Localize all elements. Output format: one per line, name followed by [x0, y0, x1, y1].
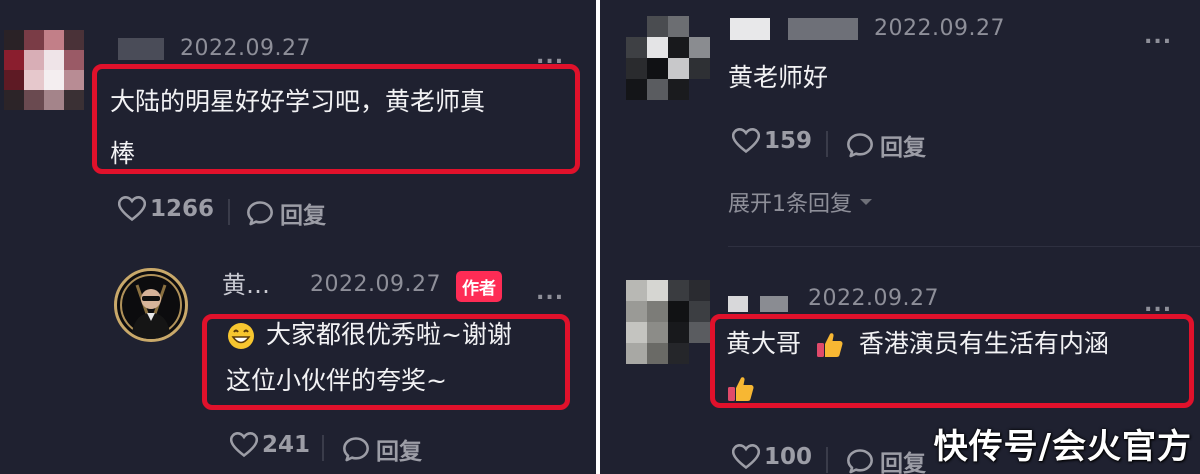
reply-label: 回复 [280, 203, 326, 229]
like-button[interactable]: 159 [732, 128, 812, 154]
comment-text-line: 大陆的明星好好学习吧，黄老师真 [110, 87, 486, 116]
reply-label: 回复 [880, 135, 926, 161]
comment-bubble-icon [847, 449, 873, 474]
reply-date: 2022.09.27 [310, 272, 441, 297]
username-blurred [728, 296, 748, 312]
like-count: 159 [764, 128, 813, 154]
more-options-button[interactable]: ... [536, 280, 564, 305]
username-blurred [788, 18, 858, 40]
comment-bubble-icon [343, 437, 369, 462]
reply-text-line-content: 大家都很优秀啦~谢谢 [266, 320, 512, 349]
like-count: 100 [764, 444, 813, 470]
comment-text-line: 棒 [110, 139, 136, 168]
watermark: 快传号/会火官方 [933, 427, 1192, 467]
commenter-avatar-blurred[interactable] [4, 30, 84, 110]
reply-label: 回复 [880, 451, 926, 474]
comment-text-line: 黄大哥 香港演员有生活有内涵 [726, 322, 1186, 366]
comment-text: 大陆的明星好好学习吧，黄老师真 棒 [110, 76, 570, 180]
heart-icon [732, 444, 760, 470]
reply-text-line: 这位小伙伴的夸奖~ [226, 366, 447, 395]
reply-label: 回复 [376, 439, 422, 465]
username-blurred [118, 38, 164, 60]
author-portrait-icon [120, 274, 182, 339]
like-button[interactable]: 241 [230, 432, 310, 458]
divider-line [728, 246, 1200, 247]
comment-text: 黄大哥 香港演员有生活有内涵 [726, 322, 1186, 410]
reply-button[interactable]: 回复 [246, 196, 326, 230]
divider [826, 131, 828, 157]
more-options-button[interactable]: ... [1144, 24, 1172, 49]
comment-text: 黄老师好 [728, 63, 829, 92]
author-badge: 作者 [456, 271, 502, 302]
comment-date: 2022.09.27 [180, 36, 311, 61]
commenter-avatar-blurred[interactable] [626, 280, 710, 364]
grinning-emoji-icon [228, 323, 254, 349]
reply-button[interactable]: 回复 [846, 444, 926, 474]
author-username[interactable]: 黄… [222, 260, 270, 310]
chevron-down-icon [860, 199, 872, 205]
username-blurred [730, 18, 770, 40]
like-button[interactable]: 100 [732, 444, 812, 470]
reply-text-line: 大家都很优秀啦~谢谢 [226, 312, 566, 358]
commenter-avatar-blurred[interactable] [626, 16, 710, 100]
reply-text: 大家都很优秀啦~谢谢 这位小伙伴的夸奖~ [226, 312, 566, 404]
divider [322, 435, 324, 461]
author-avatar[interactable] [114, 268, 188, 342]
comment-date: 2022.09.27 [808, 286, 939, 311]
comment-text-segment: 香港演员有生活有内涵 [858, 329, 1109, 358]
username-blurred [760, 296, 788, 312]
heart-icon [230, 432, 258, 458]
comment-text-line [726, 366, 1186, 410]
comment-bubble-icon [247, 201, 273, 226]
thumbs-up-emoji-icon [816, 333, 843, 357]
expand-replies-button[interactable]: 展开1条回复 [728, 186, 874, 218]
heart-icon [118, 196, 146, 222]
expand-replies-label: 展开1条回复 [728, 192, 852, 217]
like-button[interactable]: 1266 [118, 196, 214, 222]
like-count: 1266 [150, 196, 215, 222]
comment-date: 2022.09.27 [874, 16, 1005, 41]
reply-button[interactable]: 回复 [342, 432, 422, 466]
left-screenshot-panel: 2022.09.27 ... 大陆的明星好好学习吧，黄老师真 棒 1266 回复… [0, 0, 596, 474]
reply-button[interactable]: 回复 [846, 128, 926, 162]
divider [826, 447, 828, 473]
like-count: 241 [262, 432, 311, 458]
comment-text-segment: 黄大哥 [726, 329, 802, 358]
divider [228, 199, 230, 225]
thumbs-up-emoji-icon [728, 377, 754, 401]
heart-icon [732, 128, 760, 154]
comment-bubble-icon [847, 133, 873, 158]
right-screenshot-panel: 2022.09.27 ... 黄老师好 159 回复 展开1条回复 2022.0… [600, 0, 1200, 474]
